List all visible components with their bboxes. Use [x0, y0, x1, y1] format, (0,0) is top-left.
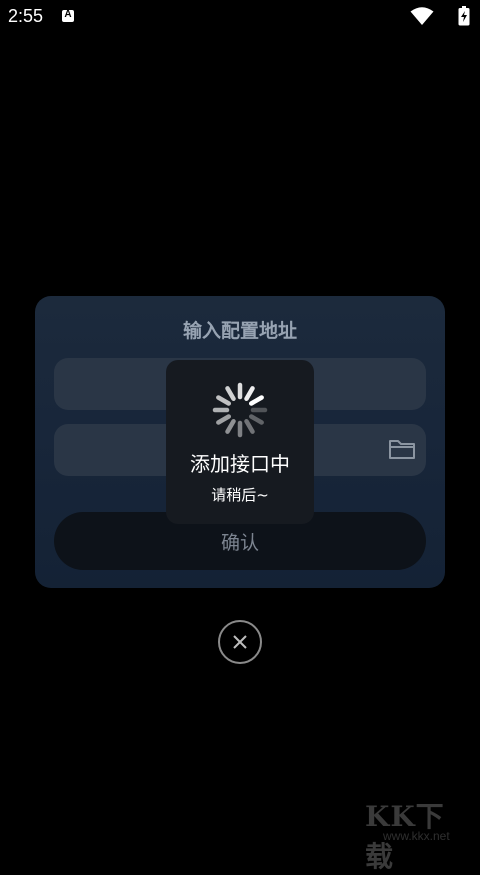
confirm-label: 确认: [220, 532, 259, 554]
status-bar: 2:55 A: [0, 0, 480, 34]
spinner-spoke: [216, 395, 231, 406]
loading-toast: 添加接口中 请稍后~: [166, 360, 314, 524]
spinner-spoke: [244, 386, 255, 401]
spinner-spoke: [249, 395, 264, 406]
watermark-url: www.kkx.net: [383, 829, 450, 843]
spinner-spoke: [225, 419, 236, 434]
spinner-spoke: [216, 414, 231, 425]
spinner-spoke: [244, 419, 255, 434]
watermark-logo: KK下载 www.kkx.net: [355, 795, 470, 873]
loading-subtitle: 请稍后~: [211, 486, 269, 504]
spinner-icon: [212, 382, 268, 438]
dialog-title: 输入配置地址: [182, 320, 297, 342]
close-icon: [233, 635, 247, 649]
spinner-spoke: [249, 414, 264, 425]
battery-charging-icon: [458, 6, 470, 26]
close-button[interactable]: [218, 620, 262, 664]
loading-title: 添加接口中: [190, 452, 290, 476]
folder-icon[interactable]: [388, 437, 416, 461]
spinner-spoke: [225, 386, 236, 401]
wifi-icon: [410, 7, 434, 25]
clock: 2:55: [8, 6, 44, 26]
text-a-icon: A: [62, 9, 74, 22]
